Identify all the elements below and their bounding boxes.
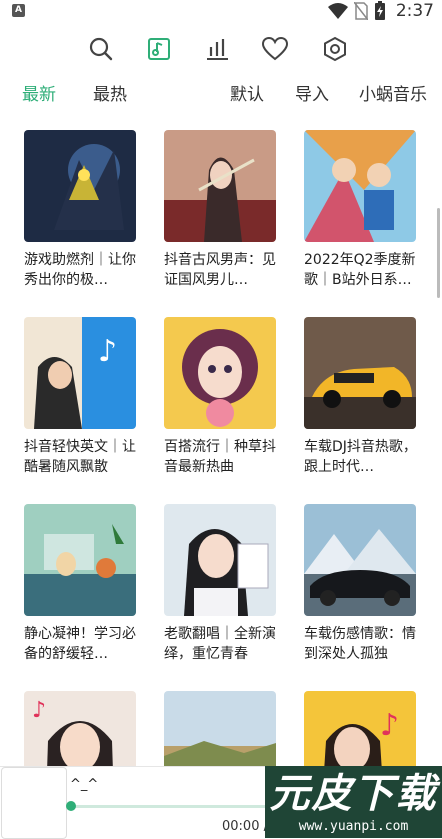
- watermark-url: www.yuanpi.com: [298, 819, 409, 834]
- playlist-cover: ♪: [24, 317, 136, 429]
- category-tabs: 最新 最热 默认 导入 小蜗音乐: [0, 80, 442, 110]
- playlist-title: 车载伤感情歌：情到深处人孤独: [304, 626, 416, 662]
- playlist-cover: [164, 130, 276, 242]
- progress-track[interactable]: [70, 805, 270, 808]
- playlist-card[interactable]: ♪ 抖音轻快英文｜让酷暑随风飘散: [24, 317, 138, 477]
- playlist-cover: [304, 504, 416, 616]
- search-icon[interactable]: [84, 32, 118, 66]
- heart-icon[interactable]: [258, 32, 292, 66]
- playlist-card[interactable]: 2022年Q2季度新歌｜B站外日系…: [304, 130, 418, 290]
- scrollbar[interactable]: [437, 208, 440, 298]
- settings-icon[interactable]: [318, 32, 352, 66]
- clock: 2:37: [395, 1, 434, 21]
- playlist-card[interactable]: 车载伤感情歌：情到深处人孤独: [304, 504, 418, 664]
- tab-hottest[interactable]: 最热: [93, 80, 127, 105]
- music-library-icon[interactable]: [142, 32, 176, 66]
- chart-icon[interactable]: [200, 32, 234, 66]
- playlist-title: 百搭流行｜种草抖音最新热曲: [164, 439, 276, 475]
- playlist-cover: [164, 317, 276, 429]
- playlist-cover: [164, 504, 276, 616]
- playlist-title: 2022年Q2季度新歌｜B站外日系…: [304, 252, 416, 288]
- playlist-title: 抖音古风男声：见证国风男儿…: [164, 252, 276, 288]
- playlist-cover: [24, 130, 136, 242]
- watermark-title: 元皮下载: [269, 771, 438, 817]
- player-song-title: ^_^: [70, 777, 99, 792]
- progress-knob[interactable]: [66, 801, 76, 811]
- status-bar: A 2:37: [0, 0, 442, 22]
- tab-import[interactable]: 导入: [295, 80, 329, 105]
- wifi-icon: [327, 3, 348, 19]
- playlist-title: 抖音轻快英文｜让酷暑随风飘散: [24, 439, 136, 475]
- tab-newest[interactable]: 最新: [22, 80, 56, 105]
- playlist-cover: [304, 130, 416, 242]
- top-toolbar: [0, 30, 442, 68]
- svg-text:♪: ♪: [98, 334, 117, 369]
- playlist-title: 车载DJ抖音热歌，跟上时代…: [304, 439, 417, 475]
- playlist-card[interactable]: 百搭流行｜种草抖音最新热曲: [164, 317, 278, 477]
- playlist-cover: [24, 504, 136, 616]
- playlist-cover: [304, 317, 416, 429]
- playlist-title: 游戏助燃剂｜让你秀出你的极…: [24, 252, 136, 288]
- watermark-logo: 元皮下载 www.yuanpi.com: [265, 766, 442, 838]
- playlist-title: 静心凝神！学习必备的舒缓轻…: [24, 626, 136, 662]
- tab-default[interactable]: 默认: [230, 80, 264, 105]
- playlist-card[interactable]: 静心凝神！学习必备的舒缓轻…: [24, 504, 138, 664]
- playlist-card[interactable]: 车载DJ抖音热歌，跟上时代…: [304, 317, 418, 477]
- tab-xiaowo-music[interactable]: 小蜗音乐: [359, 80, 427, 105]
- playlist-title: 老歌翻唱｜全新演绎，重忆青春: [164, 626, 276, 662]
- playlist-card[interactable]: 游戏助燃剂｜让你秀出你的极…: [24, 130, 138, 290]
- no-sim-icon: [353, 2, 368, 20]
- svg-text:♪: ♪: [32, 698, 46, 723]
- playlist-card[interactable]: 老歌翻唱｜全新演绎，重忆青春: [164, 504, 278, 664]
- playlist-card[interactable]: 抖音古风男声：见证国风男儿…: [164, 130, 278, 290]
- app-notification-icon: A: [12, 4, 25, 17]
- battery-charging-icon: [374, 1, 385, 20]
- svg-text:♪: ♪: [380, 708, 399, 743]
- player-cover[interactable]: [1, 767, 67, 839]
